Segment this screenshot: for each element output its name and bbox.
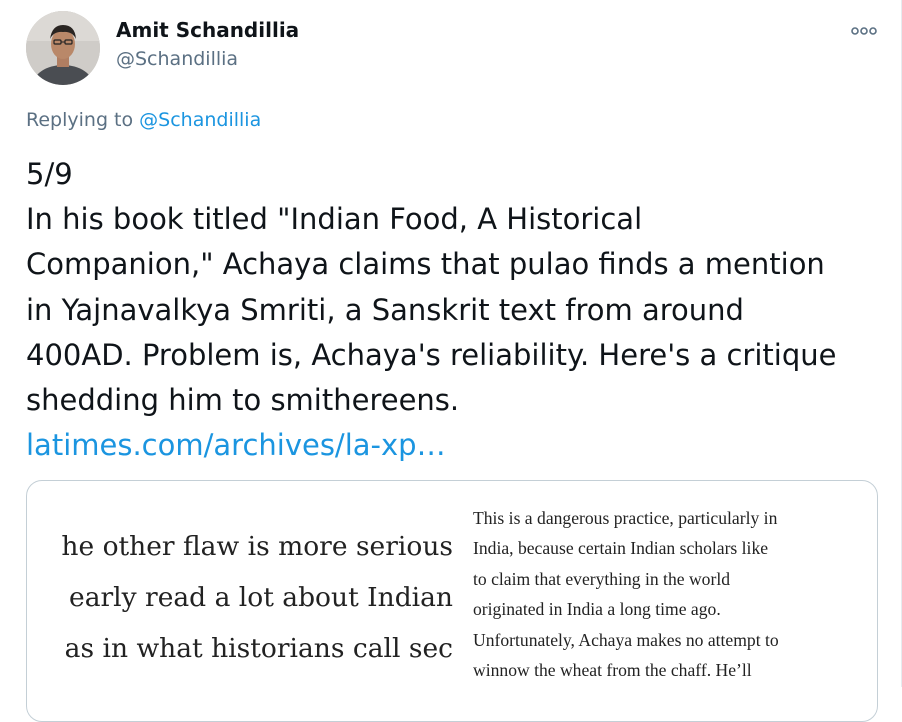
tweet-text-line: In his book titled "Indian Food, A Histo… — [26, 202, 643, 237]
avatar[interactable] — [26, 11, 100, 85]
tweet-text-line: 5/9 — [26, 157, 73, 191]
scan-text-line: India, because certain Indian scholars l… — [473, 538, 769, 559]
media-card[interactable]: he other flaw is more serious early read… — [26, 480, 878, 722]
replying-to: Replying to @Schandillia — [26, 109, 261, 131]
scan-text-line: to claim that everything in the world — [473, 568, 730, 589]
more-button[interactable] — [848, 20, 880, 42]
more-horizontal-icon — [851, 27, 877, 35]
scan-text-line: Unfortunately, Achaya makes no attempt t… — [473, 629, 779, 650]
scan-text-line: winnow the wheat from the chaff. He’ll — [473, 660, 752, 681]
tweet-text-line: Companion," Achaya claims that pulao fin… — [26, 247, 825, 282]
author-handle[interactable]: @Schandillia — [116, 48, 238, 70]
scanned-page-right: This is a dangerous practice, particular… — [473, 503, 873, 685]
scan-text-line: This is a dangerous practice, particular… — [473, 508, 778, 528]
tweet-text: 5/9 In his book titled "Indian Food, A H… — [26, 152, 886, 468]
tweet-text-line: 400AD. Problem is, Achaya's reliability.… — [26, 337, 837, 372]
replying-prefix: Replying to — [26, 109, 140, 131]
author-name[interactable]: Amit Schandillia — [116, 18, 299, 42]
tweet-url-link[interactable]: latimes.com/archives/la-xp… — [26, 423, 886, 468]
scan-text-line: originated in India a long time ago. — [473, 599, 721, 620]
scan-text-line: he other flaw is more serious — [61, 531, 453, 562]
scan-text-line: early read a lot about Indian — [69, 582, 453, 613]
scanned-page-left: he other flaw is more serious early read… — [27, 481, 459, 721]
replying-mention-link[interactable]: @Schandillia — [139, 109, 261, 131]
tweet-text-line: shedding him to smithereens. — [26, 383, 460, 418]
scan-text-line: as in what historians call sec — [64, 633, 453, 664]
tweet-text-line: in Yajnavalkya Smriti, a Sanskrit text f… — [26, 292, 744, 327]
profile-photo-icon — [26, 11, 100, 85]
